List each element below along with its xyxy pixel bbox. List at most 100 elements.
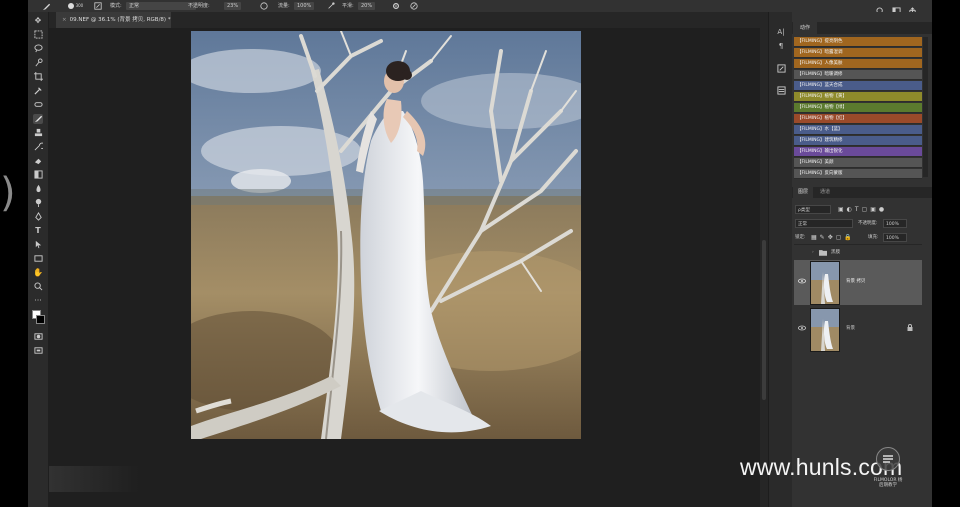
left-edge-glyph: ) [0, 170, 16, 216]
fill-input[interactable]: 100% [883, 233, 907, 242]
chevron-right-icon[interactable]: › [812, 247, 814, 259]
left-black-border [0, 0, 28, 507]
brush-icon[interactable] [42, 0, 51, 12]
document-tab[interactable]: × 09.NEF @ 36.1% (背景 拷贝, RGB/8) * [56, 12, 171, 28]
action-item[interactable]: 【FILMING】反向蒙版 [794, 169, 922, 179]
smoothing-input[interactable]: 20% [358, 2, 376, 10]
action-item[interactable]: 【FILMING】植物【绿】 [794, 103, 922, 113]
layer-thumbnail [810, 261, 840, 305]
flow-label: 流量: [278, 3, 290, 9]
flow-input[interactable]: 100% [294, 2, 315, 10]
eyedropper-tool-icon[interactable] [33, 86, 43, 96]
character-panel-icon[interactable]: A| [775, 28, 787, 38]
tools-panel: ✥ T ✋ ··· [28, 12, 49, 507]
action-item[interactable]: 【FILMING】提亮阴色 [794, 37, 922, 47]
brush-size-value: 300 [75, 3, 84, 8]
move-tool-icon[interactable]: ✥ [33, 16, 43, 26]
layers-divider [794, 244, 922, 245]
paragraph-panel-icon[interactable]: ¶ [775, 42, 787, 52]
actions-scrollbar[interactable] [923, 37, 928, 177]
dodge-tool-icon[interactable] [33, 198, 43, 208]
layer-name: 背景 [846, 326, 855, 331]
brush-dot-icon [68, 2, 74, 9]
brush-preset-picker[interactable]: 300 [68, 0, 83, 12]
quick-selection-tool-icon[interactable] [33, 58, 43, 68]
panel-icon-strip: A| ¶ [768, 12, 793, 507]
more-tools-icon[interactable]: ··· [33, 296, 43, 306]
type-tool-icon[interactable]: T [33, 226, 43, 236]
lasso-tool-icon[interactable] [33, 44, 43, 54]
action-item[interactable]: 【FILMING】暗露混调 [794, 48, 922, 58]
lock-label: 锁定: [795, 235, 806, 240]
blur-tool-icon[interactable] [33, 184, 43, 194]
layer-filter-select[interactable]: ρ类型 [795, 205, 831, 214]
gradient-tool-icon[interactable] [33, 170, 43, 180]
brush-panel-icon[interactable] [94, 0, 102, 12]
marquee-tool-icon[interactable] [33, 30, 43, 40]
workspace-shadow [49, 466, 139, 492]
action-item[interactable]: 【FILMING】蓝天合成 [794, 81, 922, 91]
brush-tool-icon[interactable] [33, 114, 43, 124]
lock-icon [907, 324, 913, 333]
top-right-controls [870, 0, 932, 16]
right-black-border [932, 0, 960, 507]
clone-stamp-tool-icon[interactable] [33, 128, 43, 138]
action-item[interactable]: 【FILMING】美颜 [794, 158, 922, 168]
fill-label: 填充: [868, 235, 879, 240]
rectangle-tool-icon[interactable] [33, 254, 43, 264]
action-item[interactable]: 【FILMING】人像美肤 [794, 59, 922, 69]
zoom-tool-icon[interactable] [33, 282, 43, 292]
opacity-label: 不透明度: [188, 3, 210, 9]
document-tab-title: 09.NEF @ 36.1% (背景 拷贝, RGB/8) * [69, 17, 171, 23]
layer-blend-mode-select[interactable]: 正常 [795, 219, 853, 228]
layer-filter-icons[interactable]: ▣◐T▢▣● [838, 206, 908, 214]
action-item[interactable]: 【FILMING】暗暖调修 [794, 70, 922, 80]
vertical-scrollbar-thumb[interactable] [762, 240, 766, 400]
action-item[interactable]: 【FILMING】水【蓝】 [794, 125, 922, 135]
eye-icon[interactable] [798, 325, 806, 333]
photo-canvas[interactable] [191, 31, 581, 439]
background-color-swatch[interactable] [36, 315, 45, 324]
pen-tool-icon[interactable] [33, 212, 43, 222]
layer-opacity-input[interactable]: 100% [883, 219, 907, 228]
adjustment-panel-icon[interactable] [775, 64, 787, 74]
action-item[interactable]: 【FILMING】植物【黄】 [794, 92, 922, 102]
airbrush-icon[interactable] [327, 0, 335, 12]
gear-icon[interactable] [392, 0, 400, 12]
tab-actions[interactable]: 动作 [793, 22, 817, 34]
crop-tool-icon[interactable] [33, 72, 43, 82]
color-swatches-icon[interactable] [32, 310, 45, 326]
path-selection-tool-icon[interactable] [33, 240, 43, 250]
mode-select[interactable]: 正常 [126, 2, 196, 10]
action-item[interactable]: 【FILMING】建筑精修 [794, 136, 922, 146]
watermark-badge-icon [876, 447, 900, 471]
layer-row-group[interactable]: › 黑膜 [794, 247, 922, 259]
watermark-badge-line2: 后期教学 [879, 483, 897, 488]
lock-icons[interactable]: ▦✎✥▢🔒 [811, 233, 855, 242]
opacity-input[interactable]: 23% [224, 2, 242, 10]
close-icon[interactable]: × [62, 17, 67, 23]
eraser-tool-icon[interactable] [33, 156, 43, 166]
bride-photo [191, 31, 581, 439]
layer-thumbnail [810, 308, 840, 352]
layer-row-background[interactable]: 背景 [794, 307, 922, 352]
screen-mode-icon[interactable] [33, 346, 43, 356]
hand-tool-icon[interactable]: ✋ [33, 268, 43, 278]
tab-layers[interactable]: 图层 [793, 187, 813, 198]
healing-brush-tool-icon[interactable] [33, 100, 43, 110]
tab-channels[interactable]: 通道 [815, 187, 835, 198]
action-item[interactable]: 【FILMING】植物【红】 [794, 114, 922, 124]
watermark-badge-text: FILMOLOR 杨 后期教学 [866, 478, 910, 488]
layer-name: 背景 拷贝 [846, 279, 866, 284]
mode-label: 模式: [110, 3, 122, 9]
pressure-opacity-icon[interactable] [260, 0, 268, 12]
action-item[interactable]: 【FILMING】输出锐化 [794, 147, 922, 157]
history-brush-tool-icon[interactable] [33, 142, 45, 152]
properties-panel-icon[interactable] [775, 86, 787, 96]
quick-mask-icon[interactable] [33, 332, 43, 342]
pressure-size-icon[interactable] [410, 0, 418, 12]
layer-opacity-label: 不透明度: [858, 221, 878, 226]
eye-icon[interactable] [798, 278, 806, 286]
layer-name: 黑膜 [831, 250, 840, 255]
layer-row-background-copy[interactable]: 背景 拷贝 [794, 260, 922, 305]
